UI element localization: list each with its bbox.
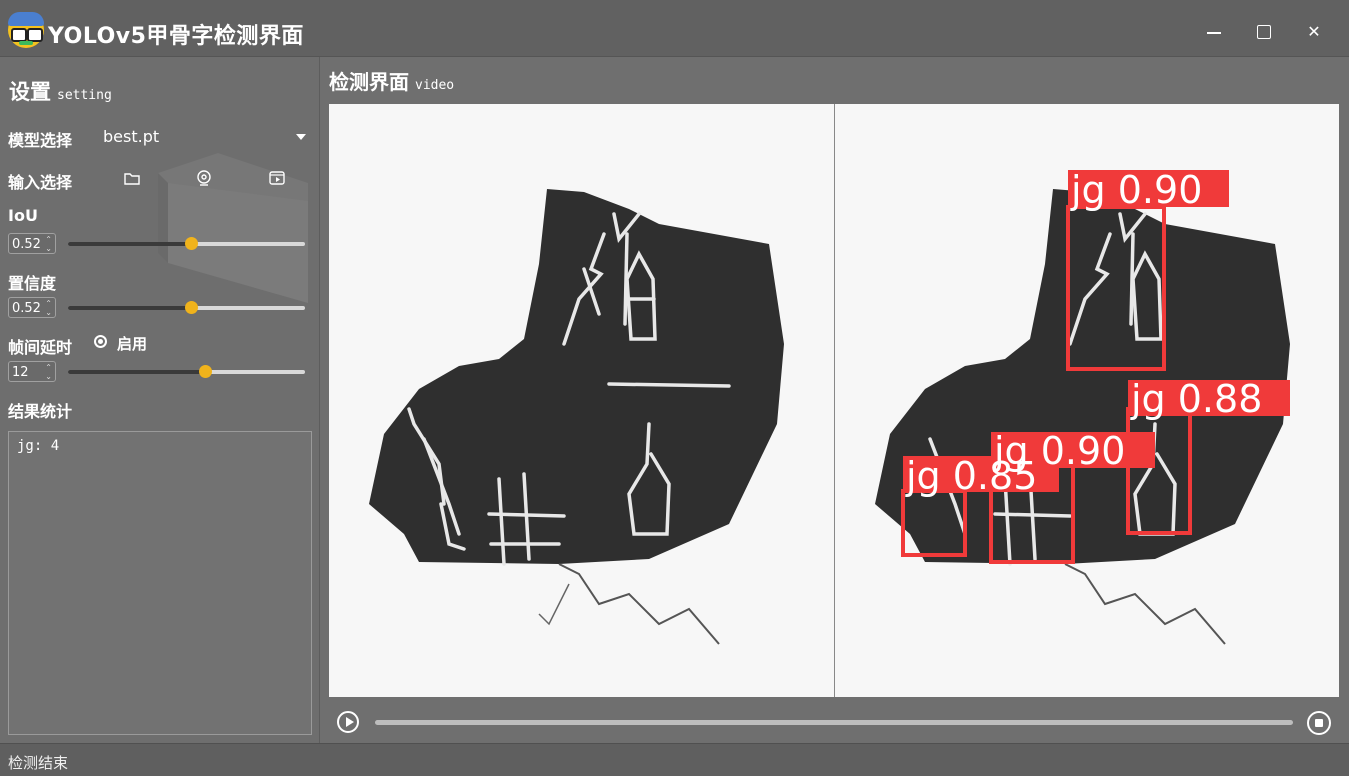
- detection-result-image: jg 0.90 jg 0.88 jg 0.85 jg 0.90: [835, 104, 1339, 697]
- app-logo-icon: [8, 12, 44, 48]
- video-progress-bar[interactable]: [375, 720, 1293, 725]
- background-decoration: [158, 153, 308, 303]
- settings-sidebar: 设置 setting 模型选择 best.pt 输入选择 IoU 0.52 ⌃ ⌄ 置…: [0, 57, 320, 743]
- result-stats-text: jg: 4: [17, 438, 60, 454]
- chevron-down-icon[interactable]: [296, 134, 306, 140]
- confidence-slider[interactable]: [68, 301, 305, 314]
- detection-panel-header: 检测界面 video: [329, 70, 455, 94]
- original-image: [329, 104, 834, 697]
- detection-label: jg 0.88: [1130, 377, 1262, 421]
- maximize-button[interactable]: [1250, 18, 1278, 46]
- status-bar: 检测结束: [0, 743, 1349, 776]
- folder-icon[interactable]: [123, 169, 141, 187]
- stop-button[interactable]: [1307, 711, 1331, 735]
- confidence-slider-handle[interactable]: [185, 301, 199, 314]
- iou-label: IoU: [8, 206, 38, 225]
- video-file-icon[interactable]: [268, 169, 286, 187]
- delay-spinbox[interactable]: 12 ⌃ ⌄: [8, 361, 56, 382]
- delay-slider[interactable]: [68, 365, 305, 378]
- play-button[interactable]: [337, 711, 359, 733]
- close-button[interactable]: ✕: [1300, 18, 1328, 46]
- result-stats-textbox[interactable]: jg: 4: [8, 431, 312, 735]
- confidence-label: 置信度: [8, 274, 57, 293]
- title-bar: YOLOv5甲骨字检测界面 ✕: [0, 0, 1349, 57]
- iou-spinbox[interactable]: 0.52 ⌃ ⌄: [8, 233, 56, 254]
- maximize-icon: [1257, 25, 1271, 39]
- frame-delay-label: 帧间延时: [8, 338, 73, 357]
- minimize-button[interactable]: [1200, 18, 1228, 46]
- delay-enable-label[interactable]: 启用: [117, 333, 147, 354]
- input-label: 输入选择: [8, 173, 73, 192]
- webcam-icon[interactable]: [195, 169, 213, 187]
- close-icon: ✕: [1307, 22, 1321, 41]
- delay-slider-handle[interactable]: [199, 365, 213, 378]
- result-stats-label: 结果统计: [8, 402, 73, 421]
- status-text: 检测结束: [8, 754, 69, 772]
- confidence-spinbox[interactable]: 0.52 ⌃ ⌄: [8, 297, 56, 318]
- model-label: 模型选择: [8, 131, 73, 150]
- model-select[interactable]: best.pt: [103, 127, 159, 146]
- detection-label: jg 0.90: [1070, 168, 1202, 212]
- detection-label: jg 0.90: [993, 429, 1125, 473]
- settings-header: 设置 setting: [9, 80, 112, 104]
- iou-slider[interactable]: [68, 237, 305, 250]
- app-title: YOLOv5甲骨字检测界面: [48, 24, 304, 49]
- minimize-icon: [1207, 32, 1221, 34]
- delay-enable-radio[interactable]: [94, 335, 107, 348]
